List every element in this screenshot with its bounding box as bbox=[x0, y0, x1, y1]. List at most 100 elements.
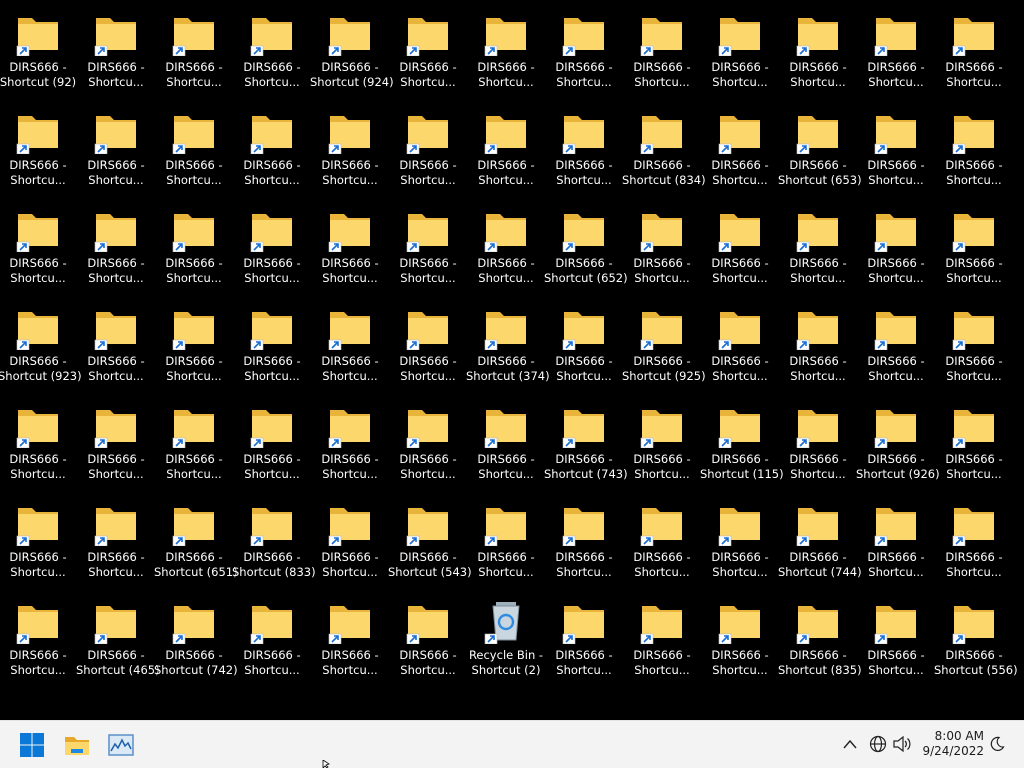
folder-shortcut[interactable]: DIRS666 - Shortcu... bbox=[624, 204, 700, 298]
folder-shortcut[interactable]: DIRS666 - Shortcu... bbox=[546, 8, 622, 102]
folder-shortcut[interactable]: DIRS666 - Shortcu... bbox=[858, 8, 934, 102]
folder-shortcut[interactable]: DIRS666 - Shortcu... bbox=[390, 400, 466, 494]
task-manager-button[interactable] bbox=[101, 725, 141, 765]
folder-shortcut[interactable]: DIRS666 - Shortcu... bbox=[234, 204, 310, 298]
focus-assist-button[interactable] bbox=[986, 733, 1008, 755]
folder-shortcut[interactable]: DIRS666 - Shortcut (742) bbox=[154, 596, 238, 690]
folder-shortcut[interactable]: DIRS666 - Shortcut (653) bbox=[778, 106, 862, 200]
folder-shortcut[interactable]: DIRS666 - Shortcut (465) bbox=[76, 596, 160, 690]
folder-shortcut[interactable]: DIRS666 - Shortcut (924) bbox=[310, 8, 394, 102]
folder-shortcut[interactable]: DIRS666 - Shortcu... bbox=[312, 106, 388, 200]
folder-shortcut[interactable]: DIRS666 - Shortcu... bbox=[78, 8, 154, 102]
folder-shortcut[interactable]: DIRS666 - Shortcu... bbox=[780, 8, 856, 102]
folder-shortcut[interactable]: DIRS666 - Shortcut (834) bbox=[622, 106, 706, 200]
folder-shortcut[interactable]: DIRS666 - Shortcut (543) bbox=[388, 498, 472, 592]
folder-shortcut[interactable]: DIRS666 - Shortcu... bbox=[624, 596, 700, 690]
folder-shortcut[interactable]: DIRS666 - Shortcu... bbox=[468, 204, 544, 298]
folder-shortcut[interactable]: DIRS666 - Shortcu... bbox=[234, 8, 310, 102]
folder-shortcut[interactable]: DIRS666 - Shortcu... bbox=[156, 8, 232, 102]
folder-shortcut[interactable]: DIRS666 - Shortcu... bbox=[468, 400, 544, 494]
folder-shortcut[interactable]: DIRS666 - Shortcu... bbox=[468, 8, 544, 102]
folder-shortcut[interactable]: DIRS666 - Shortcu... bbox=[780, 204, 856, 298]
folder-shortcut[interactable]: DIRS666 - Shortcu... bbox=[624, 498, 700, 592]
folder-shortcut[interactable]: DIRS666 - Shortcu... bbox=[936, 498, 1012, 592]
folder-shortcut[interactable]: DIRS666 - Shortcut (744) bbox=[778, 498, 862, 592]
folder-shortcut[interactable]: DIRS666 - Shortcu... bbox=[390, 106, 466, 200]
folder-shortcut[interactable]: DIRS666 - Shortcut (923) bbox=[0, 302, 82, 396]
show-hidden-icons-button[interactable] bbox=[839, 733, 861, 755]
folder-shortcut[interactable]: DIRS666 - Shortcut (651) bbox=[154, 498, 238, 592]
folder-shortcut[interactable]: DIRS666 - Shortcu... bbox=[936, 204, 1012, 298]
folder-shortcut[interactable]: DIRS666 - Shortcu... bbox=[702, 204, 778, 298]
recycle-bin-shortcut[interactable]: Recycle Bin - Shortcut (2) bbox=[468, 596, 544, 690]
folder-shortcut[interactable]: DIRS666 - Shortcu... bbox=[936, 400, 1012, 494]
folder-shortcut[interactable]: DIRS666 - Shortcu... bbox=[702, 302, 778, 396]
folder-shortcut[interactable]: DIRS666 - Shortcu... bbox=[780, 302, 856, 396]
folder-shortcut[interactable]: DIRS666 - Shortcu... bbox=[312, 596, 388, 690]
folder-shortcut[interactable]: DIRS666 - Shortcu... bbox=[702, 498, 778, 592]
folder-shortcut[interactable]: DIRS666 - Shortcu... bbox=[390, 302, 466, 396]
folder-shortcut[interactable]: DIRS666 - Shortcut (926) bbox=[856, 400, 940, 494]
folder-shortcut[interactable]: DIRS666 - Shortcu... bbox=[0, 106, 76, 200]
folder-shortcut[interactable]: DIRS666 - Shortcu... bbox=[234, 106, 310, 200]
folder-shortcut[interactable]: DIRS666 - Shortcu... bbox=[390, 204, 466, 298]
desktop[interactable]: DIRS666 - Shortcut (92) DIRS666 - Shortcu.… bbox=[0, 0, 1024, 720]
folder-shortcut[interactable]: DIRS666 - Shortcut (115) bbox=[700, 400, 784, 494]
folder-shortcut[interactable]: DIRS666 - Shortcu... bbox=[546, 498, 622, 592]
folder-shortcut[interactable]: DIRS666 - Shortcu... bbox=[0, 596, 76, 690]
folder-shortcut[interactable]: DIRS666 - Shortcut (835) bbox=[778, 596, 862, 690]
folder-shortcut[interactable]: DIRS666 - Shortcu... bbox=[78, 204, 154, 298]
folder-shortcut[interactable]: DIRS666 - Shortcu... bbox=[624, 8, 700, 102]
taskbar-clock[interactable]: 8:00 AM 9/24/2022 bbox=[914, 729, 984, 759]
folder-shortcut[interactable]: DIRS666 - Shortcu... bbox=[702, 8, 778, 102]
folder-shortcut[interactable]: DIRS666 - Shortcu... bbox=[0, 204, 76, 298]
folder-shortcut[interactable]: DIRS666 - Shortcu... bbox=[0, 498, 76, 592]
folder-shortcut[interactable]: DIRS666 - Shortcu... bbox=[390, 596, 466, 690]
folder-shortcut[interactable]: DIRS666 - Shortcu... bbox=[858, 498, 934, 592]
folder-shortcut[interactable]: DIRS666 - Shortcu... bbox=[858, 302, 934, 396]
folder-shortcut[interactable]: DIRS666 - Shortcu... bbox=[390, 8, 466, 102]
folder-shortcut[interactable]: DIRS666 - Shortcu... bbox=[0, 400, 76, 494]
folder-shortcut[interactable]: DIRS666 - Shortcu... bbox=[234, 400, 310, 494]
folder-shortcut[interactable]: DIRS666 - Shortcut (374) bbox=[466, 302, 550, 396]
folder-shortcut[interactable]: DIRS666 - Shortcut (556) bbox=[934, 596, 1018, 690]
file-explorer-button[interactable] bbox=[57, 725, 97, 765]
folder-shortcut[interactable]: DIRS666 - Shortcu... bbox=[702, 596, 778, 690]
folder-shortcut[interactable]: DIRS666 - Shortcut (652) bbox=[544, 204, 628, 298]
folder-shortcut[interactable]: DIRS666 - Shortcu... bbox=[936, 302, 1012, 396]
folder-shortcut[interactable]: DIRS666 - Shortcu... bbox=[858, 204, 934, 298]
start-button[interactable] bbox=[12, 725, 52, 765]
folder-shortcut[interactable]: DIRS666 - Shortcu... bbox=[234, 302, 310, 396]
network-button[interactable] bbox=[867, 733, 889, 755]
folder-shortcut[interactable]: DIRS666 - Shortcut (92) bbox=[0, 8, 76, 102]
folder-shortcut[interactable]: DIRS666 - Shortcut (833) bbox=[232, 498, 316, 592]
folder-shortcut[interactable]: DIRS666 - Shortcu... bbox=[624, 400, 700, 494]
folder-shortcut[interactable]: DIRS666 - Shortcu... bbox=[312, 302, 388, 396]
folder-shortcut[interactable]: DIRS666 - Shortcu... bbox=[78, 302, 154, 396]
folder-shortcut[interactable]: DIRS666 - Shortcut (743) bbox=[544, 400, 628, 494]
folder-shortcut[interactable]: DIRS666 - Shortcu... bbox=[78, 106, 154, 200]
folder-shortcut[interactable]: DIRS666 - Shortcu... bbox=[468, 106, 544, 200]
folder-shortcut[interactable]: DIRS666 - Shortcu... bbox=[546, 302, 622, 396]
folder-shortcut[interactable]: DIRS666 - Shortcut (925) bbox=[622, 302, 706, 396]
folder-shortcut[interactable]: DIRS666 - Shortcu... bbox=[312, 400, 388, 494]
folder-shortcut[interactable]: DIRS666 - Shortcu... bbox=[936, 106, 1012, 200]
folder-shortcut[interactable]: DIRS666 - Shortcu... bbox=[156, 400, 232, 494]
folder-shortcut[interactable]: DIRS666 - Shortcu... bbox=[156, 302, 232, 396]
folder-shortcut[interactable]: DIRS666 - Shortcu... bbox=[780, 400, 856, 494]
folder-shortcut[interactable]: DIRS666 - Shortcu... bbox=[234, 596, 310, 690]
folder-shortcut[interactable]: DIRS666 - Shortcu... bbox=[78, 400, 154, 494]
folder-shortcut[interactable]: DIRS666 - Shortcu... bbox=[312, 498, 388, 592]
folder-shortcut[interactable]: DIRS666 - Shortcu... bbox=[468, 498, 544, 592]
folder-shortcut[interactable]: DIRS666 - Shortcu... bbox=[312, 204, 388, 298]
folder-shortcut[interactable]: DIRS666 - Shortcu... bbox=[156, 106, 232, 200]
folder-shortcut[interactable]: DIRS666 - Shortcu... bbox=[78, 498, 154, 592]
folder-shortcut[interactable]: DIRS666 - Shortcu... bbox=[936, 8, 1012, 102]
volume-button[interactable] bbox=[891, 733, 913, 755]
folder-shortcut[interactable]: DIRS666 - Shortcu... bbox=[546, 596, 622, 690]
folder-shortcut[interactable]: DIRS666 - Shortcu... bbox=[858, 106, 934, 200]
folder-shortcut[interactable]: DIRS666 - Shortcu... bbox=[546, 106, 622, 200]
folder-shortcut[interactable]: DIRS666 - Shortcu... bbox=[156, 204, 232, 298]
folder-shortcut[interactable]: DIRS666 - Shortcu... bbox=[858, 596, 934, 690]
folder-shortcut[interactable]: DIRS666 - Shortcu... bbox=[702, 106, 778, 200]
